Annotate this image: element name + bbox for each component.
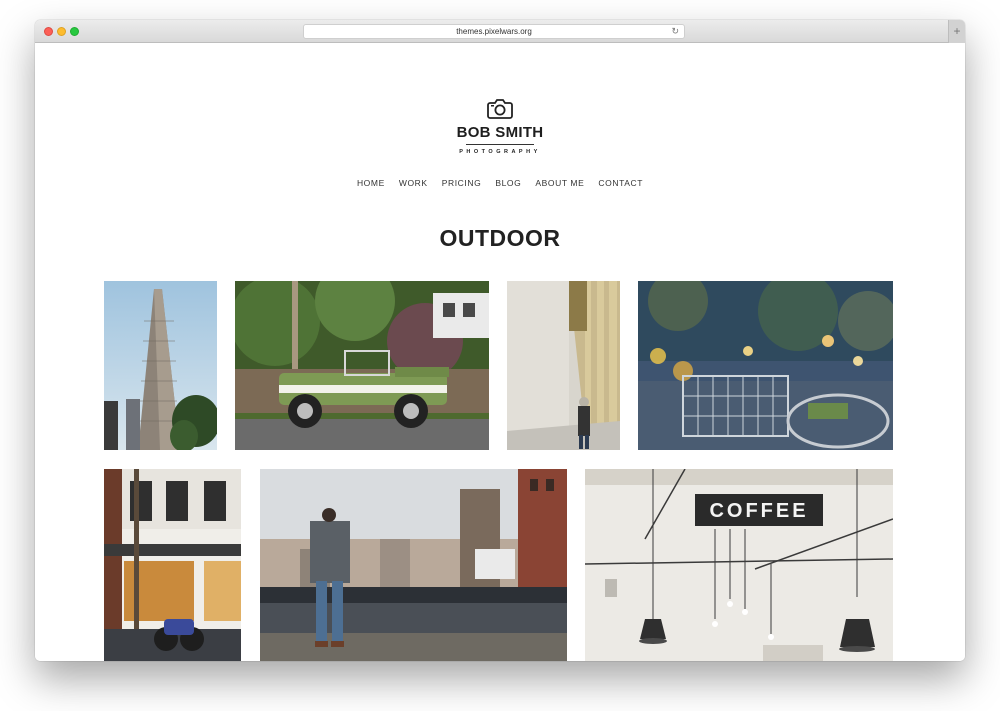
page-title: OUTDOOR — [439, 225, 561, 251]
browser-window: themes.pixelwars.org ↻ + BOB SMITH PHOTO… — [35, 20, 965, 661]
photo-photographer-bridge[interactable] — [260, 469, 567, 661]
photo-coffee-shop-lamps[interactable]: COFFEE — [585, 469, 893, 661]
brand-name[interactable]: BOB SMITH — [430, 124, 570, 141]
url-text: themes.pixelwars.org — [456, 27, 532, 36]
nav-item-pricing[interactable]: PRICING — [442, 178, 482, 188]
photo-flatiron-building[interactable] — [104, 281, 217, 450]
browser-titlebar: themes.pixelwars.org ↻ + — [35, 20, 965, 43]
reload-icon[interactable]: ↻ — [671, 25, 679, 38]
coffee-sign-text: COFFEE — [709, 500, 808, 522]
main-nav: HOME WORK PRICING BLOG ABOUT ME CONTACT — [35, 178, 965, 188]
photo-motorcycle-storefront[interactable] — [104, 469, 241, 661]
new-tab-button[interactable]: + — [948, 20, 965, 43]
photo-green-vintage-truck[interactable] — [235, 281, 489, 450]
maximize-window-button[interactable] — [70, 27, 79, 36]
nav-item-home[interactable]: HOME — [357, 178, 385, 188]
brand-tagline: PHOTOGRAPHY — [459, 149, 541, 155]
nav-item-about[interactable]: ABOUT ME — [535, 178, 584, 188]
nav-item-contact[interactable]: CONTACT — [598, 178, 643, 188]
close-window-button[interactable] — [44, 27, 53, 36]
address-bar[interactable]: themes.pixelwars.org ↻ — [303, 24, 685, 39]
nav-item-work[interactable]: WORK — [399, 178, 428, 188]
page-content: BOB SMITH PHOTOGRAPHY HOME WORK PRICING … — [35, 43, 965, 661]
photo-bicycles-street[interactable] — [638, 281, 893, 450]
photo-colonnade-walker[interactable] — [507, 281, 620, 450]
minimize-window-button[interactable] — [57, 27, 66, 36]
brand-divider — [466, 144, 534, 145]
camera-icon[interactable] — [486, 96, 514, 120]
nav-item-blog[interactable]: BLOG — [495, 178, 521, 188]
